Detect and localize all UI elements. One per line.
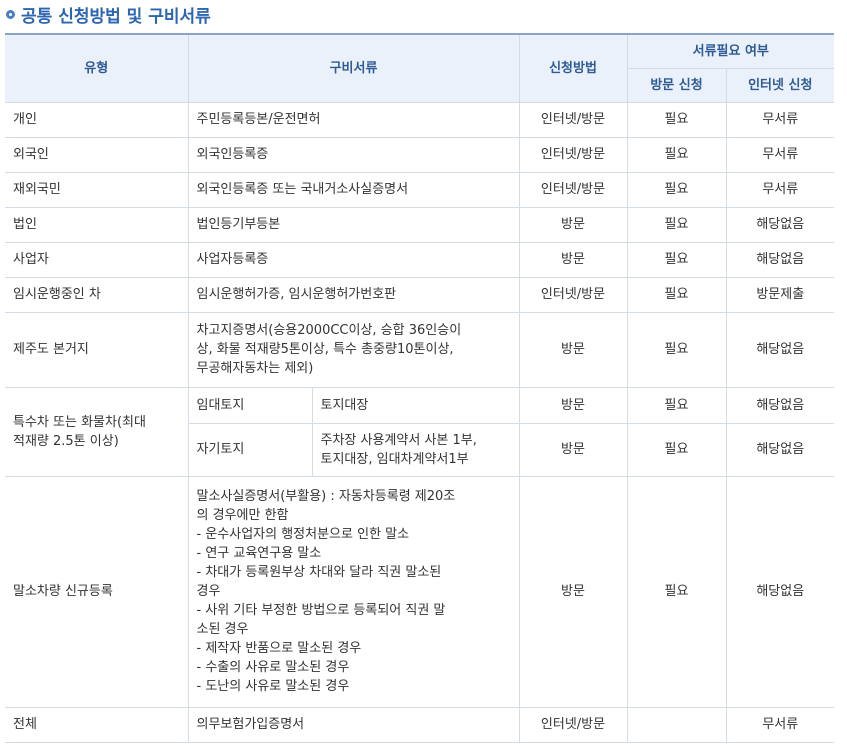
doc-line: - 제작자 반품으로 말소된 경우: [196, 641, 362, 656]
row-visit: 필요: [626, 241, 727, 278]
row-type: 사업자: [5, 241, 189, 278]
row-type: 제주도 본거지: [5, 311, 189, 388]
row-internet: 해당없음: [725, 311, 835, 388]
table-row: 임시운행중인 차 임시운행허가증, 임시운행허가번호판 인터넷/방문 필요 방문…: [5, 276, 835, 313]
section-title: 공통 신청방법 및 구비서류: [21, 6, 211, 27]
row-doc: 사업자등록증: [187, 241, 520, 278]
doc-line: - 차대가 등록원부상 차대와 달라 직권 말소된: [196, 565, 442, 580]
row-visit: 필요: [626, 136, 727, 173]
row-method: 인터넷/방문: [518, 706, 628, 743]
row-method: 방문: [518, 422, 628, 477]
row-visit: 필요: [626, 171, 727, 208]
doc-line: 주차장 사용계약서 사본 1부,: [320, 432, 477, 448]
type-line: 특수차 또는 화물차(최대: [13, 414, 146, 430]
row-type: 재외국민: [5, 171, 189, 208]
row-method: 방문: [518, 241, 628, 278]
doc-line: - 수출의 사유로 말소된 경우: [196, 660, 350, 675]
row-method: 방문: [518, 311, 628, 388]
row-doc: 의무보험가입증명서: [187, 706, 520, 743]
table-row: 재외국민 외국인등록증 또는 국내거소사실증명서 인터넷/방문 필요 무서류: [5, 171, 835, 208]
row-sublabel: 임대토지: [187, 386, 313, 424]
section-header: 공통 신청방법 및 구비서류: [0, 0, 847, 27]
header-method: 신청방법: [518, 33, 628, 103]
row-type: 임시운행중인 차: [5, 276, 189, 313]
row-method: 방문: [518, 386, 628, 424]
row-visit: 필요: [626, 206, 727, 243]
doc-line: - 운수사업자의 행정처분으로 인한 말소: [196, 527, 410, 542]
doc-line: - 연구 교육연구용 말소: [196, 546, 322, 561]
row-internet: 무서류: [725, 136, 835, 173]
row-internet: 무서류: [725, 706, 835, 743]
row-doc: 주차장 사용계약서 사본 1부, 토지대장, 임대차계약서1부: [311, 422, 520, 477]
row-type: 외국인: [5, 136, 189, 173]
row-visit: 필요: [626, 386, 727, 424]
table-row: 사업자 사업자등록증 방문 필요 해당없음: [5, 241, 835, 278]
row-internet: 무서류: [725, 101, 835, 138]
row-doc: 주민등록등본/운전면허: [187, 101, 520, 138]
row-type: 말소차량 신규등록: [5, 475, 189, 708]
table-row: 법인 법인등기부등본 방문 필요 해당없음: [5, 206, 835, 243]
table-row: 외국인 외국인등록증 인터넷/방문 필요 무서류: [5, 136, 835, 173]
header-need: 서류필요 여부: [626, 33, 835, 69]
row-visit: 필요: [626, 311, 727, 388]
row-internet: 해당없음: [725, 422, 835, 477]
doc-line: - 사위 기타 부정한 방법으로 등록되어 직권 말: [196, 603, 446, 618]
row-visit: 필요: [626, 475, 727, 708]
table-row: 말소차량 신규등록 말소사실증명서(부활용) : 자동차등록령 제20조 의 경…: [5, 475, 835, 708]
doc-line: - 도난의 사유로 말소된 경우: [196, 679, 350, 694]
row-visit: 필요: [626, 422, 727, 477]
row-type: 법인: [5, 206, 189, 243]
row-doc: 외국인등록증 또는 국내거소사실증명서: [187, 171, 520, 208]
row-internet: 해당없음: [725, 475, 835, 708]
row-internet: 해당없음: [725, 206, 835, 243]
row-internet: 해당없음: [725, 386, 835, 424]
doc-line: 의 경우에만 한함: [196, 508, 289, 523]
row-doc: 외국인등록증: [187, 136, 520, 173]
table-row: 제주도 본거지 차고지증명서(승용2000CC이상, 승합 36인승이 상, 화…: [5, 311, 835, 388]
table-row: 개인 주민등록등본/운전면허 인터넷/방문 필요 무서류: [5, 101, 835, 138]
type-line: 적재량 2.5톤 이상): [13, 433, 119, 449]
row-doc: 말소사실증명서(부활용) : 자동차등록령 제20조 의 경우에만 한함 - 운…: [187, 475, 520, 708]
row-method: 인터넷/방문: [518, 171, 628, 208]
doc-line: 무공해자동차는 제외): [196, 361, 314, 376]
row-type: 개인: [5, 101, 189, 138]
row-doc: 법인등기부등본: [187, 206, 520, 243]
row-method: 인터넷/방문: [518, 101, 628, 138]
doc-line: 경우: [196, 584, 221, 599]
row-type-special: 특수차 또는 화물차(최대 적재량 2.5톤 이상): [5, 386, 189, 477]
row-internet: 해당없음: [725, 241, 835, 278]
row-method: 방문: [518, 206, 628, 243]
row-method: 인터넷/방문: [518, 276, 628, 313]
row-visit: [626, 706, 727, 743]
table-row: 전체 의무보험가입증명서 인터넷/방문 무서류: [5, 706, 835, 743]
row-internet: 방문제출: [725, 276, 835, 313]
row-doc: 임시운행허가증, 임시운행허가번호판: [187, 276, 520, 313]
header-documents: 구비서류: [187, 33, 520, 103]
doc-line: 상, 화물 적재량5톤이상, 특수 총중량10톤이상,: [196, 342, 454, 357]
documents-table: 유형 구비서류 신청방법 서류필요 여부 방문 신청 인터넷 신청 개인 주민등…: [5, 33, 835, 743]
row-method: 방문: [518, 475, 628, 708]
row-doc: 차고지증명서(승용2000CC이상, 승합 36인승이 상, 화물 적재량5톤이…: [187, 311, 520, 388]
doc-line: 토지대장, 임대차계약서1부: [320, 451, 469, 467]
doc-line: 차고지증명서(승용2000CC이상, 승합 36인승이: [196, 323, 462, 338]
row-type: 전체: [5, 706, 189, 743]
row-doc: 토지대장: [311, 386, 520, 424]
header-visit: 방문 신청: [627, 67, 727, 103]
row-method: 인터넷/방문: [518, 136, 628, 173]
row-sublabel: 자기토지: [188, 422, 313, 477]
header-internet: 인터넷 신청: [725, 67, 835, 103]
row-visit: 필요: [626, 276, 727, 313]
circle-bullet-icon: [6, 9, 15, 19]
table-row: 특수차 또는 화물차(최대 적재량 2.5톤 이상) 임대토지 토지대장 방문 …: [5, 386, 835, 477]
header-type: 유형: [5, 33, 189, 103]
doc-line: 소된 경우: [196, 622, 249, 637]
doc-line: 말소사실증명서(부활용) : 자동차등록령 제20조: [196, 489, 456, 504]
row-visit: 필요: [626, 101, 727, 138]
row-internet: 무서류: [725, 171, 835, 208]
